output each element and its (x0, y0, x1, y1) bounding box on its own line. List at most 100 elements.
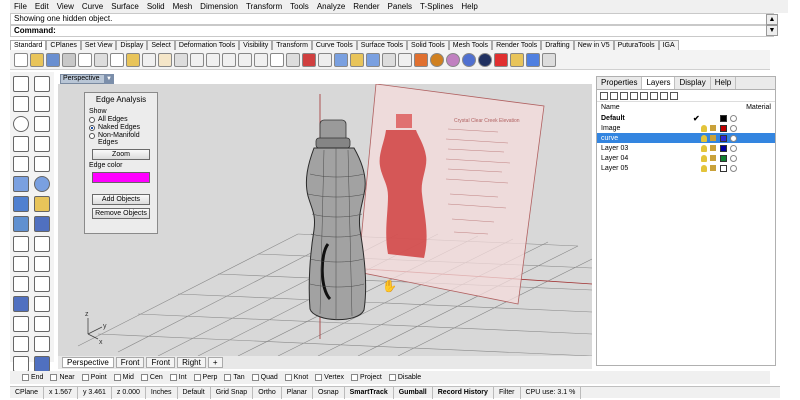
layer-material-icon[interactable] (730, 144, 737, 152)
bulb-icon[interactable] (701, 164, 707, 172)
status-filter[interactable]: Filter (494, 386, 521, 399)
add-viewport-tab-button[interactable]: + (207, 357, 223, 368)
print-icon[interactable] (62, 52, 76, 67)
command-prompt[interactable]: Command: (10, 25, 774, 37)
polyline-icon[interactable] (13, 96, 29, 112)
surface-icon[interactable] (13, 176, 29, 192)
zoom-extents-icon[interactable] (222, 52, 236, 67)
help-icon[interactable] (670, 91, 678, 100)
osnap-int[interactable]: Int (169, 374, 187, 381)
tab-new-in-v5[interactable]: New in V5 (573, 40, 614, 50)
menu-view[interactable]: View (53, 2, 78, 11)
new-layer-icon[interactable] (600, 91, 608, 100)
save-icon[interactable] (46, 52, 60, 67)
array-icon[interactable] (34, 296, 50, 312)
blend-icon[interactable] (34, 236, 50, 252)
select-icon[interactable] (318, 52, 332, 67)
status-ortho[interactable]: Ortho (253, 386, 282, 399)
boolean-icon[interactable] (34, 216, 50, 232)
undo-icon[interactable] (142, 52, 156, 67)
tab-set-view[interactable]: Set View (80, 40, 117, 50)
fillet-edge-icon[interactable] (13, 236, 29, 252)
delete-layer-icon[interactable] (620, 91, 628, 100)
osnap-perp[interactable]: Perp (193, 374, 217, 381)
lock-icon[interactable] (710, 135, 716, 141)
tab-curve-tools[interactable]: Curve Tools (311, 40, 357, 50)
wire-sphere-icon[interactable] (478, 52, 492, 67)
menu-surface[interactable]: Surface (107, 2, 143, 11)
tab-standard[interactable]: Standard (10, 40, 47, 50)
undo-view-icon[interactable] (254, 52, 268, 67)
command-scroll[interactable]: ▲ ▼ (766, 14, 778, 36)
move-icon[interactable] (13, 276, 29, 292)
tab-display[interactable]: Display (675, 77, 711, 89)
tab-help[interactable]: Help (711, 77, 737, 89)
tab-layers[interactable]: Layers (642, 77, 676, 89)
hide-icon[interactable] (334, 52, 348, 67)
bulb-icon[interactable] (701, 124, 707, 132)
curve-icon[interactable] (34, 96, 50, 112)
move-down-icon[interactable] (640, 91, 648, 100)
zoom-window-icon[interactable] (206, 52, 220, 67)
tab-puturatools[interactable]: PuturaTools (613, 40, 659, 50)
light-icon[interactable] (510, 52, 524, 67)
move-up-icon[interactable] (630, 91, 638, 100)
grid-icon[interactable] (13, 356, 29, 372)
status-grid-snap[interactable]: Grid Snap (211, 386, 254, 399)
osnap-disable[interactable]: Disable (388, 374, 421, 381)
layer-color-swatch[interactable] (720, 134, 727, 142)
tab-drafting[interactable]: Drafting (541, 40, 574, 50)
osnap-quad[interactable]: Quad (251, 374, 278, 381)
tab-select[interactable]: Select (147, 40, 175, 50)
layer-color-swatch[interactable] (720, 114, 727, 122)
point-icon[interactable] (34, 76, 50, 92)
fillet-curve-icon[interactable] (13, 156, 29, 172)
layer-row-default[interactable]: Default ✔ (597, 113, 775, 123)
copy-icon[interactable] (110, 52, 124, 67)
osnap-near[interactable]: Near (50, 374, 75, 381)
sphere-icon[interactable] (34, 176, 50, 192)
bulb-icon[interactable] (701, 154, 707, 162)
layer-icon[interactable] (382, 52, 396, 67)
arc-icon[interactable] (34, 116, 50, 132)
menu-solid[interactable]: Solid (143, 2, 169, 11)
menu-file[interactable]: File (10, 2, 31, 11)
osnap-mid[interactable]: Mid (113, 374, 134, 381)
trim-icon[interactable] (34, 276, 50, 292)
layer-color-swatch[interactable] (720, 154, 727, 162)
menu-tsplines[interactable]: T-Splines (416, 2, 457, 11)
layer-row-04[interactable]: Layer 04 (597, 153, 775, 163)
cplane-icon[interactable] (286, 52, 300, 67)
menu-edit[interactable]: Edit (31, 2, 53, 11)
remove-objects-button[interactable]: Remove Objects (92, 208, 150, 219)
layer-material-icon[interactable] (730, 124, 737, 132)
status-cplane[interactable]: CPlane (10, 386, 44, 399)
options-icon[interactable] (542, 52, 556, 67)
render-icon[interactable] (526, 52, 540, 67)
status-layer[interactable]: Default (178, 386, 211, 399)
radio-non-manifold-edges[interactable]: Non-Manifold Edges (89, 132, 153, 146)
analyze-icon[interactable] (13, 336, 29, 352)
lock-icon[interactable] (710, 165, 716, 171)
layer-row-05[interactable]: Layer 05 (597, 163, 775, 173)
open-file-icon[interactable] (30, 52, 44, 67)
rotate-view-icon[interactable] (174, 52, 188, 67)
tab-deformation-tools[interactable]: Deformation Tools (174, 40, 240, 50)
circle-icon[interactable] (13, 116, 29, 132)
status-osnap[interactable]: Osnap (313, 386, 345, 399)
zebra-icon[interactable] (34, 356, 50, 372)
radio-all-edges[interactable]: All Edges (89, 116, 153, 123)
status-units[interactable]: Inches (146, 386, 178, 399)
text-icon[interactable] (13, 316, 29, 332)
tab-display[interactable]: Display (116, 40, 148, 50)
transform-icon[interactable] (34, 336, 50, 352)
material-icon[interactable] (494, 52, 508, 67)
select-arrow-icon[interactable] (13, 76, 29, 92)
menu-render[interactable]: Render (349, 2, 383, 11)
tab-front-2[interactable]: Front (146, 357, 176, 368)
layer-material-icon[interactable] (730, 134, 737, 142)
osnap-tan[interactable]: Tan (224, 374, 245, 381)
shade-icon[interactable] (414, 52, 428, 67)
layer-row-curve[interactable]: curve (597, 133, 775, 143)
layer-color-swatch[interactable] (720, 164, 727, 172)
